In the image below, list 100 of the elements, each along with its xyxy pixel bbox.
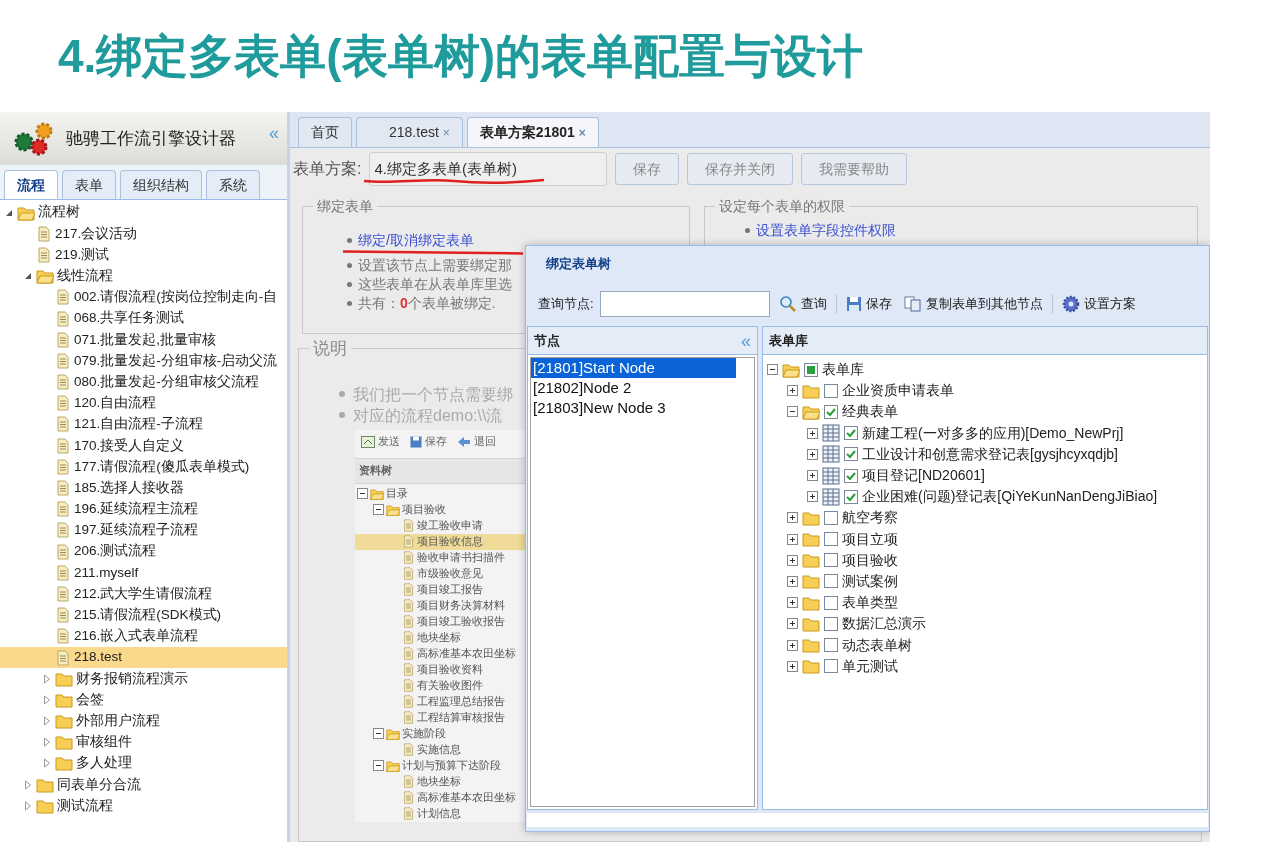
- search-input-field[interactable]: [599, 291, 770, 317]
- collapse-arrow-icon[interactable]: [5, 208, 13, 217]
- tree-item[interactable]: 170.接受人自定义: [0, 435, 287, 457]
- tree-item[interactable]: 项目竣工报告: [355, 581, 685, 598]
- tab[interactable]: 首页: [298, 117, 352, 147]
- expand-arrow-icon[interactable]: [43, 694, 51, 705]
- tree-item[interactable]: 竣工验收申请: [355, 517, 685, 534]
- tree-item[interactable]: 217.会议活动: [0, 223, 287, 245]
- tree-item[interactable]: 218.test: [0, 646, 287, 669]
- tree-item[interactable]: 航空考察: [763, 507, 1207, 529]
- collapse-arrow-icon[interactable]: [24, 272, 32, 281]
- tree-item[interactable]: 审核组件: [0, 731, 287, 753]
- checkbox[interactable]: [824, 383, 838, 398]
- plus-box-icon[interactable]: [807, 470, 818, 482]
- expand-arrow-icon[interactable]: [24, 779, 32, 790]
- checkbox[interactable]: [824, 553, 838, 568]
- tree-item[interactable]: 185.选择人接收器: [0, 477, 287, 499]
- checkbox[interactable]: [804, 362, 818, 377]
- tree-item[interactable]: 财务报销流程演示: [0, 668, 287, 690]
- checkbox[interactable]: [824, 616, 838, 631]
- bind-link[interactable]: 绑定/取消绑定表单: [358, 231, 474, 249]
- plus-box-icon[interactable]: [787, 575, 798, 587]
- tree-item[interactable]: 验收申请书扫描件: [355, 549, 685, 566]
- tree-item[interactable]: 工程监理总结报告: [355, 693, 685, 710]
- tree-item[interactable]: 线性流程: [0, 265, 287, 287]
- tree-item[interactable]: 079.批量发起-分组审核-启动父流: [0, 350, 287, 372]
- toolbar-button[interactable]: 发送: [361, 433, 400, 450]
- toolbar-button[interactable]: 设置方案: [1058, 294, 1139, 314]
- tree-item[interactable]: 项目财务决算材料: [355, 597, 685, 614]
- expand-arrow-icon[interactable]: [43, 673, 51, 684]
- tree-item[interactable]: 工业设计和创意需求登记表[gysjhcyxqdjb]: [763, 443, 1207, 465]
- plus-box-icon[interactable]: [807, 491, 818, 503]
- plus-box-icon[interactable]: [787, 533, 798, 545]
- tree-item[interactable]: 数据汇总演示: [763, 613, 1207, 635]
- tree-item[interactable]: 实施阶段: [355, 725, 685, 742]
- tree-item[interactable]: 216.嵌入式表单流程: [0, 625, 287, 647]
- tree-item[interactable]: 项目验收: [763, 549, 1207, 571]
- tree-item[interactable]: 同表单分合流: [0, 774, 287, 796]
- scheme-input-field[interactable]: 4.绑定多表单(表单树): [369, 152, 608, 186]
- expand-arrow-icon[interactable]: [43, 716, 51, 727]
- tree-item[interactable]: 新建工程(一对多多的应用)[Demo_NewPrj]: [763, 422, 1207, 444]
- minus-box-icon[interactable]: [787, 406, 798, 418]
- plus-box-icon[interactable]: [787, 660, 798, 672]
- tab[interactable]: 流程: [4, 170, 58, 199]
- expand-arrow-icon[interactable]: [24, 800, 32, 811]
- tree-item[interactable]: 单元测试: [763, 655, 1207, 677]
- tree-item[interactable]: 215.请假流程(SDK模式): [0, 604, 287, 626]
- checkbox[interactable]: [844, 447, 858, 462]
- expand-arrow-icon[interactable]: [43, 758, 51, 769]
- toolbar-button[interactable]: 保存: [410, 433, 447, 450]
- tree-item[interactable]: 197.延续流程子流程: [0, 519, 287, 541]
- tree-item[interactable]: 206.测试流程: [0, 541, 287, 563]
- tree-item[interactable]: 高标准基本农田坐标: [355, 789, 685, 806]
- checkbox[interactable]: [844, 426, 858, 441]
- tab[interactable]: 组织结构: [120, 170, 202, 199]
- checkbox[interactable]: [824, 659, 838, 674]
- tree-item[interactable]: 地块坐标: [355, 629, 685, 646]
- minus-box-icon[interactable]: [373, 728, 384, 739]
- tree-item[interactable]: 计划与预算下达阶段: [355, 757, 685, 774]
- expand-arrow-icon[interactable]: [43, 737, 51, 748]
- tree-item[interactable]: 会签: [0, 689, 287, 711]
- toolbar-button[interactable]: 保存: [842, 294, 895, 314]
- checkbox[interactable]: [824, 595, 838, 610]
- list-item[interactable]: [21803]New Node 3: [531, 398, 736, 418]
- tree-item[interactable]: 120.自由流程: [0, 392, 287, 414]
- tree-item[interactable]: 211.myself: [0, 562, 287, 584]
- tree-item[interactable]: 测试案例: [763, 570, 1207, 593]
- list-item[interactable]: [21801]Start Node: [531, 358, 736, 378]
- tree-item[interactable]: 212.武大学生请假流程: [0, 583, 287, 605]
- tree-item[interactable]: 测试流程: [0, 795, 287, 817]
- checkbox[interactable]: [824, 574, 838, 589]
- toolbar-button[interactable]: 复制表单到其他节点: [900, 294, 1046, 314]
- tree-item[interactable]: 项目竣工验收报告: [355, 613, 685, 630]
- tree-item[interactable]: 工程结算审核报告: [355, 709, 685, 726]
- tree-item[interactable]: 经典表单: [763, 401, 1207, 423]
- tree-item[interactable]: 002.请假流程(按岗位控制走向-自: [0, 286, 287, 308]
- tree-item[interactable]: 219.测试: [0, 244, 287, 266]
- tree-item[interactable]: 表单库: [763, 359, 1207, 381]
- tree-item[interactable]: 196.延续流程主流程: [0, 498, 287, 520]
- minus-box-icon[interactable]: [373, 760, 384, 771]
- tree-item[interactable]: 外部用户流程: [0, 710, 287, 732]
- checkbox[interactable]: [824, 404, 838, 419]
- list-item[interactable]: [21802]Node 2: [531, 378, 736, 398]
- tab[interactable]: 表单: [62, 170, 116, 199]
- checkbox[interactable]: [824, 638, 838, 653]
- tab[interactable]: 系统: [206, 170, 260, 199]
- plus-box-icon[interactable]: [787, 597, 798, 609]
- tree-item[interactable]: 多人处理: [0, 752, 287, 775]
- plus-box-icon[interactable]: [787, 385, 798, 397]
- plus-box-icon[interactable]: [807, 427, 818, 439]
- tree-item[interactable]: 目录: [355, 485, 685, 502]
- tree-item[interactable]: 项目立项: [763, 528, 1207, 550]
- plus-box-icon[interactable]: [807, 448, 818, 460]
- plus-box-icon[interactable]: [787, 512, 798, 524]
- tree-item[interactable]: 项目验收: [355, 501, 685, 518]
- tree-item[interactable]: 177.请假流程(傻瓜表单模式): [0, 456, 287, 478]
- tree-item[interactable]: 高标准基本农田坐标: [355, 645, 685, 662]
- tree-item[interactable]: 项目验收资料: [355, 661, 685, 678]
- checkbox[interactable]: [844, 468, 858, 483]
- permission-link[interactable]: 设置表单字段控件权限: [756, 221, 896, 239]
